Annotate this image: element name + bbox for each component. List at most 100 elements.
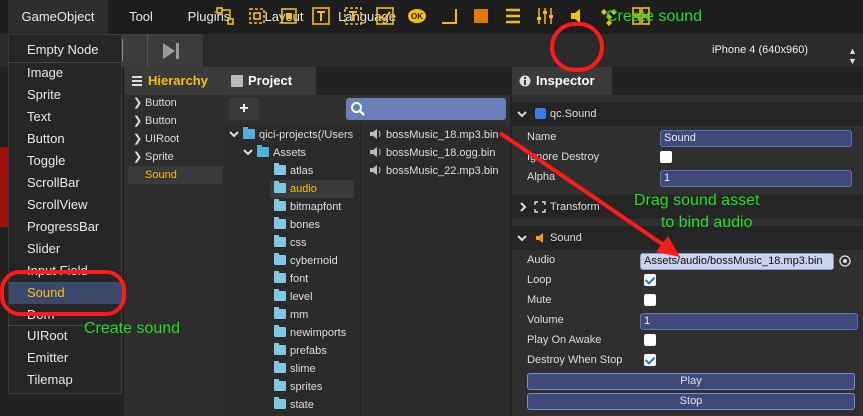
- name-input[interactable]: Sound: [660, 130, 852, 147]
- hierarchy-item[interactable]: ❯ Button: [133, 94, 177, 112]
- mute-checkbox[interactable]: [644, 294, 656, 306]
- divider: [147, 34, 148, 67]
- project-title: Project: [248, 73, 293, 88]
- menu-item-slider[interactable]: Slider: [9, 238, 123, 260]
- alpha-input[interactable]: 1: [660, 170, 852, 187]
- panel-tool-icon[interactable]: [471, 6, 491, 26]
- toggle-tool-icon[interactable]: [375, 6, 395, 26]
- menu-item-text[interactable]: Text: [9, 106, 123, 128]
- list-tool-icon[interactable]: [503, 6, 523, 26]
- stop-button[interactable]: Stop: [527, 393, 855, 410]
- chevron-right-icon: ❯: [133, 97, 143, 109]
- folder-item[interactable]: bones: [274, 216, 320, 234]
- sprite-tool-icon[interactable]: [279, 6, 299, 26]
- menu-item-scrollview[interactable]: ScrollView: [9, 194, 123, 216]
- folder-item[interactable]: atlas: [274, 162, 313, 180]
- folder-icon: [274, 199, 286, 211]
- menu-item-empty-node[interactable]: Empty Node: [9, 39, 123, 61]
- folder-icon: [274, 379, 286, 391]
- asset-file[interactable]: bossMusic_22.mp3.bin: [370, 162, 499, 180]
- highlight-ring-toolbar: [550, 22, 604, 72]
- list-icon: [132, 76, 142, 86]
- hierarchy-item-selected[interactable]: Sound: [128, 166, 223, 184]
- node-tool-icon[interactable]: [215, 6, 235, 26]
- node-enabled-checkbox[interactable]: [535, 108, 546, 119]
- hierarchy-title: Hierarchy: [148, 73, 208, 88]
- project-root[interactable]: qici-projects(/Users: [229, 126, 353, 144]
- step-forward-icon[interactable]: [161, 41, 181, 61]
- annotation-create-sound-left: Create sound: [84, 320, 181, 337]
- folder-icon: [274, 289, 286, 301]
- ignore-destroy-checkbox[interactable]: [660, 151, 672, 163]
- destroy-when-stop-checkbox[interactable]: [644, 354, 656, 366]
- tab-hierarchy[interactable]: Hierarchy: [124, 67, 224, 95]
- folder-item[interactable]: prefabs: [274, 342, 327, 360]
- text-tool-icon[interactable]: [311, 6, 331, 26]
- target-icon[interactable]: [839, 255, 851, 267]
- folder-item[interactable]: mm: [274, 306, 308, 324]
- add-asset-button[interactable]: +: [229, 98, 259, 120]
- folder-icon: [274, 181, 286, 193]
- folder-item[interactable]: state: [274, 396, 314, 414]
- menu-item-emitter[interactable]: Emitter: [9, 347, 123, 369]
- play-on-awake-checkbox[interactable]: [644, 334, 656, 346]
- folder-icon: [274, 271, 286, 283]
- hierarchy-item[interactable]: ❯ UIRoot: [133, 130, 179, 148]
- hierarchy-item[interactable]: ❯ Sprite: [133, 148, 174, 166]
- folder-item[interactable]: bitmapfont: [274, 198, 341, 216]
- loop-checkbox[interactable]: [644, 274, 656, 286]
- menu-item-button[interactable]: Button: [9, 128, 123, 150]
- node-section-header[interactable]: qc.Sound: [512, 102, 863, 126]
- project-search-input[interactable]: [346, 98, 506, 120]
- folder-item[interactable]: level: [274, 288, 313, 306]
- menu-item-tilemap[interactable]: Tilemap: [9, 369, 123, 391]
- highlight-ring-menu: [0, 270, 126, 316]
- chevron-right-icon: ❯: [133, 151, 143, 163]
- folder-icon: [274, 397, 286, 409]
- hierarchy-header: Hierarchy: [124, 67, 224, 95]
- tab-project[interactable]: Project: [224, 67, 316, 95]
- button-tool-icon[interactable]: OK: [407, 6, 427, 26]
- menu-item-scrollbar[interactable]: ScrollBar: [9, 172, 123, 194]
- scrollbar-tool-icon[interactable]: [439, 6, 459, 26]
- chevron-updown-icon[interactable]: ▲ ▼: [848, 46, 857, 66]
- asset-file[interactable]: bossMusic_18.mp3.bin: [370, 126, 499, 144]
- image-tool-icon[interactable]: [247, 6, 267, 26]
- volume-input[interactable]: 1: [640, 313, 858, 330]
- folder-item[interactable]: cybernoid: [274, 252, 338, 270]
- folder-item[interactable]: sprites: [274, 378, 322, 396]
- divider: [360, 123, 361, 416]
- audio-input[interactable]: Assets/audio/bossMusic_18.mp3.bin: [640, 253, 834, 270]
- mute-row: Mute: [512, 291, 863, 311]
- device-select[interactable]: iPhone 4 (640x960): [712, 34, 808, 67]
- menu-tool[interactable]: Tool: [113, 0, 169, 34]
- folder-item[interactable]: font: [274, 270, 308, 288]
- play-button[interactable]: Play: [527, 373, 855, 390]
- hierarchy-item[interactable]: ❯ Button: [133, 112, 177, 130]
- loop-row: Loop: [512, 271, 863, 291]
- menu-bar: GameObject Tool Plugins Layout Language: [0, 0, 863, 34]
- slider-tool-icon[interactable]: [535, 6, 555, 26]
- volume-row: Volume 1: [512, 311, 863, 331]
- inspector-header: Inspector: [512, 67, 863, 95]
- folder-item[interactable]: newimports: [274, 324, 346, 342]
- menu-item-image[interactable]: Image: [9, 62, 123, 84]
- chevron-down-icon: [517, 235, 527, 242]
- folder-item[interactable]: slime: [274, 360, 316, 378]
- input-tool-icon[interactable]: [343, 6, 363, 26]
- play-controls: [118, 34, 203, 67]
- sound-icon: [536, 233, 543, 243]
- menu-item-progressbar[interactable]: ProgressBar: [9, 216, 123, 238]
- name-row: Name Sound: [512, 128, 863, 148]
- folder-open-icon: [257, 145, 269, 157]
- folder-icon: [274, 253, 286, 265]
- folder-item[interactable]: css: [274, 234, 307, 252]
- folder-item-selected[interactable]: audio: [270, 180, 354, 198]
- tab-inspector[interactable]: Inspector: [512, 67, 612, 95]
- project-assets[interactable]: Assets: [243, 144, 306, 162]
- menu-item-toggle[interactable]: Toggle: [9, 150, 123, 172]
- menu-item-sprite[interactable]: Sprite: [9, 84, 123, 106]
- asset-file[interactable]: bossMusic_18.ogg.bin: [370, 144, 495, 162]
- gameobject-menu: Empty Node Image Sprite Text Button Togg…: [8, 34, 123, 394]
- menu-gameobject[interactable]: GameObject: [8, 0, 108, 34]
